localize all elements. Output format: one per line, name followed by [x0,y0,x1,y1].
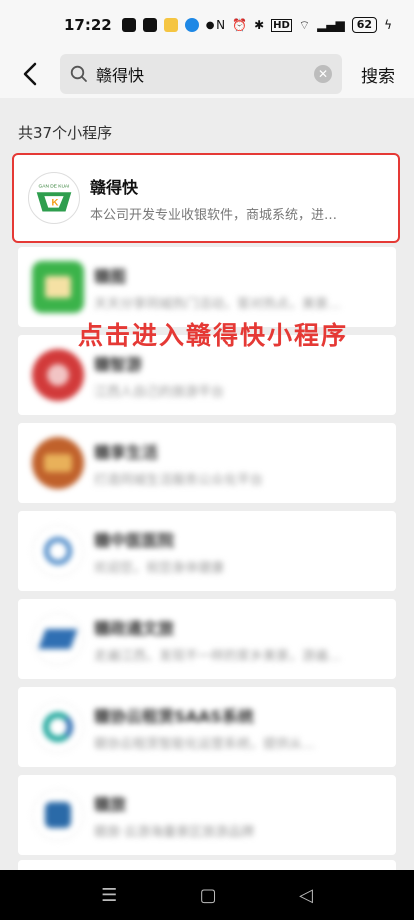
result-card[interactable]: 赣中医医院 欢迎您，祝您身体健康 [18,511,396,591]
result-name: 赣智游 [94,354,143,374]
result-desc: 赣旅·云游海量景区旅游品牌 [94,824,255,840]
wifi-icon: ⌔ [298,17,311,32]
result-card[interactable]: 赣享生活 打造同城生活服务公众化平台 [18,423,396,503]
app-icon [142,18,157,32]
result-desc: 本公司开发专业收银软件，商城系统，进… [90,207,338,223]
app-logo-icon [32,261,84,313]
logo-text: GAN DE KUAI [39,183,70,189]
result-count: 共37个小程序 [18,124,113,142]
result-name: 赣得快 [90,177,139,197]
result-desc: 走遍江西，发现不一样的家乡美景，游遍… [94,648,342,664]
result-card-partial[interactable] [18,860,396,870]
status-time: 17:22 [64,16,112,34]
result-name: 赣旅 [94,794,127,814]
result-desc: 江西人自己的旅游平台 [94,384,225,400]
menu-icon[interactable]: ☰ [101,885,117,906]
result-card[interactable]: 赣图 天天分享同城热门活动，答对热点，美景… [18,247,396,327]
battery-level: 62 [351,17,378,33]
signal-icon: ▂▄▆ [317,18,345,32]
gandekuai-logo-icon: GAN DE KUAI K [28,172,80,224]
status-bar: 17:22 ● N ⏰ ✱ HD ⌔ ▂▄▆ 62 ϟ [0,0,414,50]
system-nav-bar: ☰ ▢ ◁ [0,870,414,920]
notification-icons: ● [121,18,215,32]
result-name: 赣图 [94,266,127,286]
result-name: 赣中医医院 [94,530,175,550]
result-name: 赣享生活 [94,442,159,462]
app-logo-icon [32,437,84,489]
more-dot-icon: ● [205,19,215,31]
result-card-gandekuai[interactable]: GAN DE KUAI K 赣得快 本公司开发专业收银软件，商城系统，进… [12,153,400,243]
clear-icon[interactable]: ✕ [314,65,332,83]
result-desc: 赣协云租赁智能化运营系统，提供从… [94,736,316,752]
svg-text:K: K [51,198,58,209]
bluetooth-icon: ✱ [254,18,265,32]
alarm-icon: ⏰ [232,18,248,32]
back-arrow-icon [23,62,37,86]
back-triangle-icon[interactable]: ◁ [299,885,313,906]
charging-icon: ϟ [384,18,392,32]
search-icon [70,65,87,82]
search-input[interactable]: 赣得快 ✕ [60,54,342,94]
nfc-icon: N [216,18,226,32]
result-card[interactable]: 赣政通文旅 走遍江西，发现不一样的家乡美景，游遍… [18,599,396,679]
search-query[interactable]: 赣得快 [96,62,314,86]
result-desc: 天天分享同城热门活动，答对热点，美景… [94,296,342,312]
back-button[interactable] [0,50,60,98]
search-header: 赣得快 ✕ 搜索 [0,50,414,98]
result-card[interactable]: 赣协云租赁SAAS系统 赣协云租赁智能化运营系统，提供从… [18,687,396,767]
home-icon[interactable]: ▢ [200,885,217,906]
app-logo-icon [32,613,84,665]
result-desc: 欢迎您，祝您身体健康 [94,560,225,576]
search-button[interactable]: 搜索 [342,62,414,87]
notes-icon [163,18,178,32]
browser-icon [184,18,199,32]
system-icons: N ⏰ ✱ HD ⌔ ▂▄▆ 62 ϟ [216,17,392,33]
result-card[interactable]: 赣旅 赣旅·云游海量景区旅游品牌 [18,775,396,855]
instruction-annotation: 点击进入赣得快小程序 [78,321,349,350]
app-logo-icon [32,349,84,401]
hd-icon: HD [271,18,292,32]
app-logo-icon [32,789,84,841]
result-desc: 打造同城生活服务公众化平台 [94,472,264,488]
tiktok-icon [121,18,136,32]
result-name: 赣协云租赁SAAS系统 [94,706,254,726]
app-logo-icon [32,525,84,577]
app-logo-icon [32,701,84,753]
result-name: 赣政通文旅 [94,618,175,638]
